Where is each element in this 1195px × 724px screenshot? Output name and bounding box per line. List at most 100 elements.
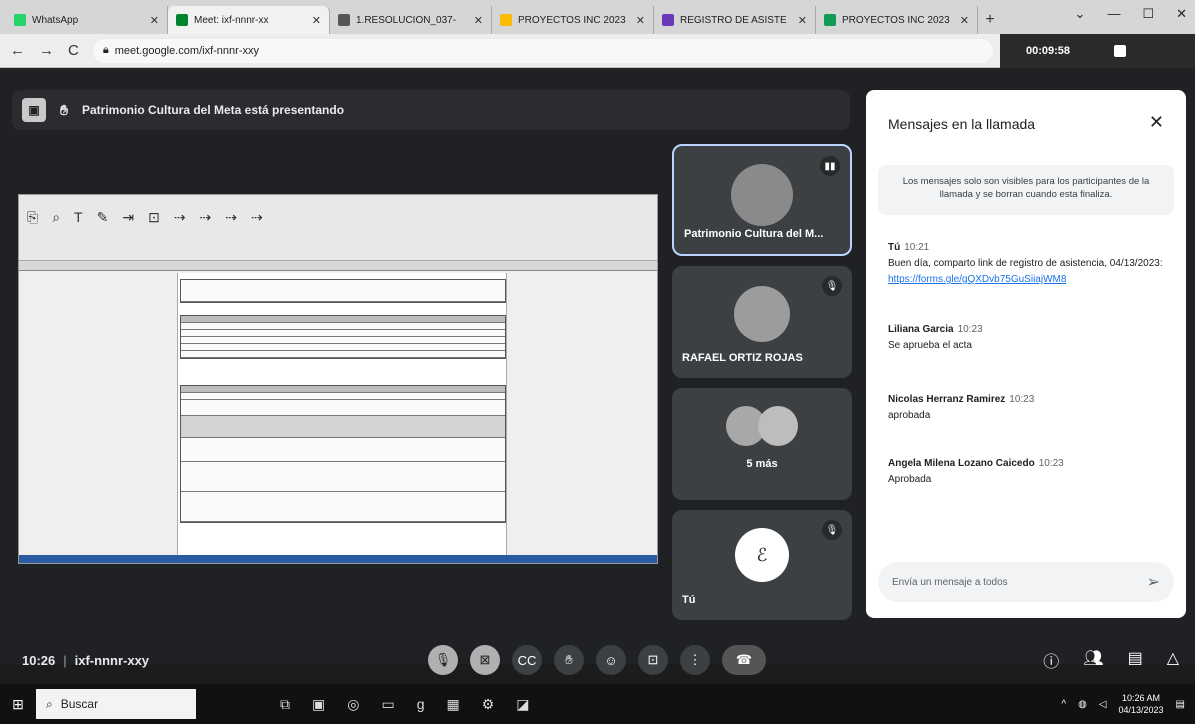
message-text: Aprobada <box>888 474 932 485</box>
chat-message: Liliana Garcia 10:23 Se aprueba el acta <box>888 322 1174 354</box>
raise-hand-button[interactable]: ✋︎ <box>554 645 584 675</box>
chat-panel: Mensajes en la llamada ✕ Los mensajes so… <box>866 90 1186 618</box>
volume-icon[interactable]: ◁ <box>1099 699 1107 710</box>
explorer-icon[interactable]: ▭ <box>381 696 394 713</box>
app-icon[interactable]: ◪ <box>516 696 529 713</box>
message-time: 10:23 <box>957 324 983 335</box>
taskbar-search[interactable]: ⌕ Buscar <box>36 689 196 719</box>
chat-icon[interactable]: ▤ <box>1128 648 1143 672</box>
message-time: 10:21 <box>904 242 930 253</box>
close-icon[interactable]: ✕ <box>1149 112 1164 133</box>
app-icon[interactable]: g <box>417 696 425 713</box>
mic-off-icon: 🎙︎ <box>822 276 842 296</box>
browser-tab-strip: WhatsApp ✕ Meet: ixf-nnnr-xx ✕ 1.RESOLUCIÓN_… <box>0 0 1195 34</box>
paste-icon: ⎘ <box>27 209 39 225</box>
message-text: Se aprueba el acta <box>888 340 972 351</box>
lock-icon: 🔒︎ <box>102 44 109 56</box>
close-tab-icon[interactable]: ✕ <box>798 14 807 27</box>
side-controls: ⓘ 👥︎ ▤ △ <box>1043 648 1179 672</box>
app-icon[interactable]: ▣ <box>312 696 325 713</box>
chrome-icon[interactable]: ◎ <box>347 696 359 713</box>
chat-title: Mensajes en la llamada <box>888 116 1036 132</box>
tab-title: WhatsApp <box>32 14 79 26</box>
participant-tile-2[interactable]: 🎙︎ RAFAEL ORTIZ ROJAS <box>672 266 852 378</box>
clock-date: 04/13/2023 <box>1118 705 1164 715</box>
settings-icon[interactable]: ⚙ <box>482 696 495 713</box>
browser-tab[interactable]: Meet: ixf-nnnr-xx ✕ <box>168 6 330 34</box>
chat-notice: Los mensajes solo son visibles para los … <box>878 165 1174 215</box>
participant-name: RAFAEL ORTIZ ROJAS <box>682 352 803 364</box>
close-tab-icon[interactable]: ✕ <box>150 14 159 27</box>
whatsapp-icon <box>14 14 26 26</box>
info-icon[interactable]: ⓘ <box>1043 648 1059 672</box>
tab-title: PROYECTOS INC 2023 <box>842 14 950 26</box>
participant-tile-self[interactable]: ℰ 🎙︎ Tú <box>672 510 852 620</box>
address-bar-row: ← → C 🔒︎ meet.google.com/ixf-nnnr-xxy 00… <box>0 34 1195 68</box>
present-button[interactable]: ⊡ <box>638 645 668 675</box>
message-text: Buen día, comparto link de registro de a… <box>888 258 1163 269</box>
speaking-indicator-icon: ▮▮ <box>820 156 840 176</box>
participant-tile-others[interactable]: 5 más <box>672 388 852 500</box>
tray-chevron-icon[interactable]: ^ <box>1061 699 1066 710</box>
message-link[interactable]: https://forms.gle/gQXDvb75GuSiiajWM8 <box>888 274 1066 285</box>
close-window-button[interactable]: ✕ <box>1176 6 1187 22</box>
tab-title: 1.RESOLUCIÓN_037- <box>356 14 457 26</box>
task-view-icon[interactable]: ⧉ <box>280 696 290 713</box>
ribbon-icons: ⎘ ⌕ T ✎ ⇥ ⊡ ⇢ ⇢ ⇢ ⇢ <box>19 195 657 228</box>
windows-start-icon[interactable]: ⊞ <box>0 696 36 713</box>
taskbar-apps: ⧉ ▣ ◎ ▭ g ▦ ⚙ ◪ <box>280 696 530 713</box>
meeting-code: ixf-nnnr-xxy <box>74 652 150 668</box>
back-button[interactable]: ← <box>10 42 25 59</box>
tab-title: Meet: ixf-nnnr-xx <box>194 14 269 26</box>
mic-toggle-button[interactable]: 🎙︎ <box>428 645 458 675</box>
chat-input[interactable]: Envía un mensaje a todos ➢ <box>878 562 1174 602</box>
meet-stage: ▣ ✋︎ Patrimonio Cultura del Meta está pr… <box>0 68 1195 675</box>
taskbar-clock[interactable]: 10:26 AM 04/13/2023 <box>1119 692 1164 716</box>
browser-tab[interactable]: PROYECTOS INC 2023 ✕ <box>492 6 654 34</box>
document-status-bar <box>19 555 657 563</box>
close-tab-icon[interactable]: ✕ <box>312 14 321 27</box>
chat-message: Tú 10:21 Buen día, comparto link de regis… <box>888 240 1174 288</box>
url-text: meet.google.com/ixf-nnnr-xxy <box>114 44 259 57</box>
tab-search-icon[interactable]: ⌄ <box>1075 6 1086 22</box>
participant-tile-1[interactable]: ▮▮ Patrimonio Cultura del M... <box>672 144 852 256</box>
browser-tab[interactable]: 1.RESOLUCIÓN_037- ✕ <box>330 6 492 34</box>
captions-button[interactable]: CC <box>512 645 542 675</box>
doc-table-header <box>180 279 506 303</box>
browser-tab[interactable]: WhatsApp ✕ <box>6 6 168 34</box>
search-icon: ⌕ <box>46 696 53 711</box>
emoji-button[interactable]: ☺ <box>596 645 626 675</box>
maximize-button[interactable]: ☐ <box>1142 6 1154 22</box>
close-tab-icon[interactable]: ✕ <box>960 14 969 27</box>
camera-toggle-button[interactable]: ⊠ <box>470 645 500 675</box>
activities-icon[interactable]: △ <box>1167 648 1179 672</box>
document-page <box>177 273 507 563</box>
network-icon[interactable]: ◍ <box>1078 699 1087 710</box>
unpin-icon[interactable]: ▣ <box>22 98 46 122</box>
reload-button[interactable]: C <box>68 42 79 59</box>
close-tab-icon[interactable]: ✕ <box>636 14 645 27</box>
forward-button[interactable]: → <box>39 42 54 59</box>
shared-screen: ⎘ ⌕ T ✎ ⇥ ⊡ ⇢ ⇢ ⇢ ⇢ <box>18 194 658 564</box>
people-icon[interactable]: 👥︎ <box>1083 648 1103 672</box>
message-text: aprobada <box>888 410 931 421</box>
minimize-button[interactable]: — <box>1107 6 1120 22</box>
url-bar[interactable]: 🔒︎ meet.google.com/ixf-nnnr-xxy <box>92 38 993 63</box>
meeting-time: 10:26 <box>22 652 56 668</box>
new-tab-button[interactable]: + <box>978 6 1002 34</box>
send-icon[interactable]: ➢ <box>1147 572 1160 592</box>
close-tab-icon[interactable]: ✕ <box>474 14 483 27</box>
app-icon[interactable]: ▦ <box>446 696 459 713</box>
notifications-icon[interactable]: ▤ <box>1176 699 1185 710</box>
tab-title: PROYECTOS INC 2023 <box>518 14 626 26</box>
stop-recording-icon[interactable] <box>1114 45 1127 57</box>
more-options-button[interactable]: ⋮ <box>680 645 710 675</box>
hang-up-button[interactable]: ☎︎ <box>722 645 766 675</box>
browser-tab[interactable]: PROYECTOS INC 2023 ✕ <box>816 6 978 34</box>
browser-tab[interactable]: REGISTRO DE ASISTE ✕ <box>654 6 816 34</box>
self-avatar-logo: ℰ <box>735 528 789 582</box>
drive-icon <box>500 14 512 26</box>
participant-avatar <box>731 164 793 226</box>
doc-table-project <box>180 385 506 523</box>
control-buttons: 🎙︎ ⊠ CC ✋︎ ☺ ⊡ ⋮ ☎︎ <box>428 645 766 675</box>
